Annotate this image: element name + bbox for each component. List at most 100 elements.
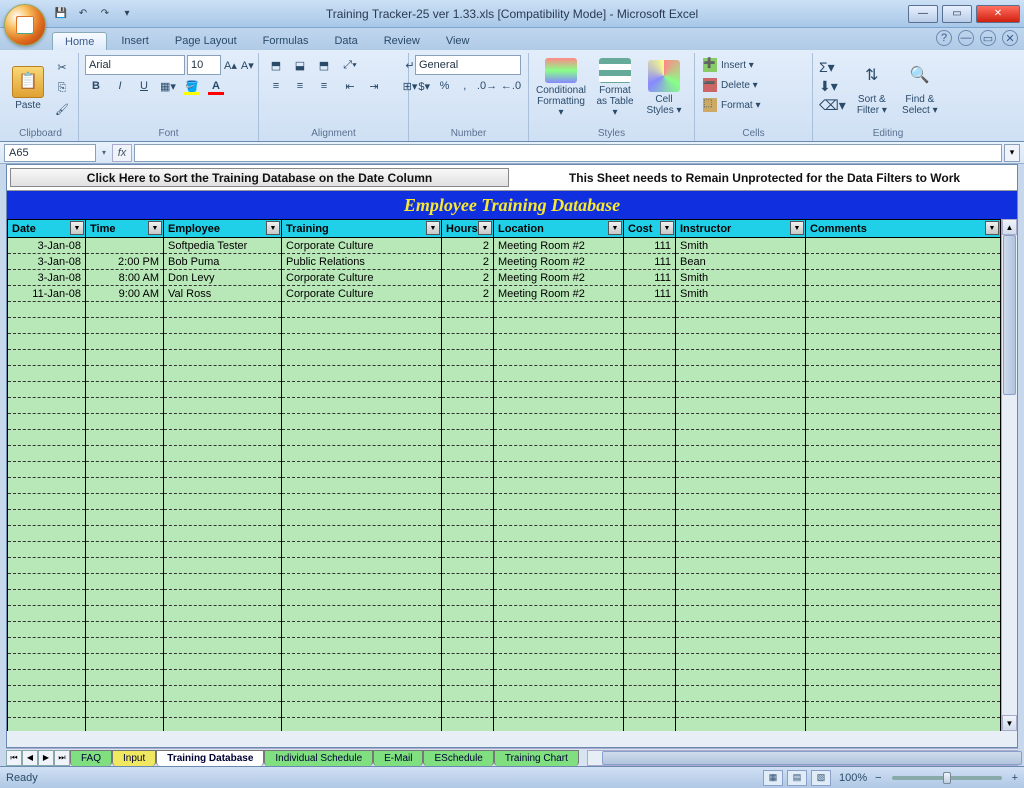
align-center-button[interactable]: ≡ xyxy=(289,76,311,96)
insert-function-button[interactable]: fx xyxy=(112,144,132,162)
close-button[interactable]: ✕ xyxy=(976,5,1020,23)
cell-comments[interactable] xyxy=(806,254,1001,270)
format-as-table-button[interactable]: Format as Table ▾ xyxy=(591,55,639,121)
insert-cells-button[interactable]: ➕Insert ▾ xyxy=(701,55,806,75)
cell-time[interactable] xyxy=(86,238,164,254)
shrink-font-button[interactable]: A▾ xyxy=(240,55,255,75)
filter-dropdown-icon[interactable]: ▼ xyxy=(266,221,280,235)
prev-sheet-button[interactable]: ◀ xyxy=(22,750,38,766)
table-row-empty[interactable] xyxy=(8,638,1001,654)
table-row-empty[interactable] xyxy=(8,686,1001,702)
cell-time[interactable]: 9:00 AM xyxy=(86,286,164,302)
decrease-indent-button[interactable]: ⇤ xyxy=(339,76,361,96)
data-grid[interactable]: Date▼Time▼Employee▼Training▼Hours▼Locati… xyxy=(7,219,1001,731)
zoom-slider[interactable] xyxy=(892,776,1002,780)
help-icon[interactable]: ? xyxy=(936,30,952,46)
align-middle-button[interactable]: ⬓ xyxy=(289,55,311,75)
cell-time[interactable]: 8:00 AM xyxy=(86,270,164,286)
table-row-empty[interactable] xyxy=(8,462,1001,478)
align-top-button[interactable]: ⬒ xyxy=(265,55,287,75)
qat-dropdown-icon[interactable]: ▾ xyxy=(118,5,136,23)
table-row-empty[interactable] xyxy=(8,478,1001,494)
column-header-hours[interactable]: Hours▼ xyxy=(442,220,494,238)
first-sheet-button[interactable]: ⏮ xyxy=(6,750,22,766)
align-right-button[interactable]: ≡ xyxy=(313,76,335,96)
column-header-date[interactable]: Date▼ xyxy=(8,220,86,238)
cell-date[interactable]: 3-Jan-08 xyxy=(8,238,86,254)
ribbon-tab-insert[interactable]: Insert xyxy=(109,32,161,50)
table-row-empty[interactable] xyxy=(8,414,1001,430)
table-row-empty[interactable] xyxy=(8,670,1001,686)
cell-location[interactable]: Meeting Room #2 xyxy=(494,254,624,270)
table-row-empty[interactable] xyxy=(8,382,1001,398)
font-color-button[interactable]: A xyxy=(205,76,227,96)
ribbon-tab-home[interactable]: Home xyxy=(52,32,107,50)
scroll-up-icon[interactable]: ▲ xyxy=(1002,219,1017,235)
cell-training[interactable]: Public Relations xyxy=(282,254,442,270)
table-row-empty[interactable] xyxy=(8,622,1001,638)
orientation-button[interactable]: ⤢▾ xyxy=(339,55,361,75)
increase-indent-button[interactable]: ⇥ xyxy=(363,76,385,96)
cell-cost[interactable]: 111 xyxy=(624,270,676,286)
filter-dropdown-icon[interactable]: ▼ xyxy=(790,221,804,235)
zoom-slider-thumb[interactable] xyxy=(943,772,951,784)
accounting-button[interactable]: $▾ xyxy=(415,76,433,96)
cell-training[interactable]: Corporate Culture xyxy=(282,238,442,254)
table-row-empty[interactable] xyxy=(8,702,1001,718)
ribbon-tab-view[interactable]: View xyxy=(434,32,482,50)
table-row-empty[interactable] xyxy=(8,302,1001,318)
sheet-tab-individual-schedule[interactable]: Individual Schedule xyxy=(264,750,373,766)
normal-view-button[interactable]: ▦ xyxy=(763,770,783,786)
filter-dropdown-icon[interactable]: ▼ xyxy=(478,221,492,235)
cell-employee[interactable]: Val Ross xyxy=(164,286,282,302)
find-select-button[interactable]: 🔍 Find & Select ▾ xyxy=(898,55,942,121)
table-row-empty[interactable] xyxy=(8,398,1001,414)
cell-comments[interactable] xyxy=(806,238,1001,254)
close-workbook-button[interactable]: ✕ xyxy=(1002,30,1018,46)
zoom-out-button[interactable]: − xyxy=(875,772,881,784)
decrease-decimal-button[interactable]: ←.0 xyxy=(500,76,522,96)
zoom-in-button[interactable]: + xyxy=(1012,772,1018,784)
cell-date[interactable]: 3-Jan-08 xyxy=(8,270,86,286)
column-header-employee[interactable]: Employee▼ xyxy=(164,220,282,238)
table-row-empty[interactable] xyxy=(8,494,1001,510)
table-row-empty[interactable] xyxy=(8,574,1001,590)
hscroll-thumb[interactable] xyxy=(602,751,1022,765)
sheet-tab-input[interactable]: Input xyxy=(112,750,156,766)
cell-comments[interactable] xyxy=(806,270,1001,286)
grow-font-button[interactable]: A▴ xyxy=(223,55,238,75)
ribbon-tab-data[interactable]: Data xyxy=(322,32,369,50)
paste-button[interactable]: 📋 Paste xyxy=(9,55,47,121)
sort-filter-button[interactable]: ⇅ Sort & Filter ▾ xyxy=(850,55,894,121)
save-icon[interactable]: 💾 xyxy=(52,5,70,23)
undo-icon[interactable]: ↶ xyxy=(74,5,92,23)
table-row-empty[interactable] xyxy=(8,334,1001,350)
table-row-empty[interactable] xyxy=(8,654,1001,670)
vertical-scrollbar[interactable]: ▲ ▼ xyxy=(1001,219,1017,731)
cell-location[interactable]: Meeting Room #2 xyxy=(494,238,624,254)
page-break-view-button[interactable]: ▧ xyxy=(811,770,831,786)
column-header-cost[interactable]: Cost▼ xyxy=(624,220,676,238)
cell-instructor[interactable]: Smith xyxy=(676,238,806,254)
sheet-tab-e-mail[interactable]: E-Mail xyxy=(373,750,423,766)
ribbon-tab-formulas[interactable]: Formulas xyxy=(251,32,321,50)
cell-instructor[interactable]: Bean xyxy=(676,254,806,270)
column-header-training[interactable]: Training▼ xyxy=(282,220,442,238)
table-row[interactable]: 3-Jan-082:00 PMBob PumaPublic Relations2… xyxy=(8,254,1001,270)
minimize-button[interactable]: — xyxy=(908,5,938,23)
scroll-thumb[interactable] xyxy=(1003,235,1016,395)
cell-date[interactable]: 11-Jan-08 xyxy=(8,286,86,302)
cell-location[interactable]: Meeting Room #2 xyxy=(494,270,624,286)
cell-date[interactable]: 3-Jan-08 xyxy=(8,254,86,270)
column-header-time[interactable]: Time▼ xyxy=(86,220,164,238)
minimize-ribbon-button[interactable]: — xyxy=(958,30,974,46)
cell-training[interactable]: Corporate Culture xyxy=(282,286,442,302)
cell-styles-button[interactable]: Cell Styles ▾ xyxy=(643,55,685,121)
italic-button[interactable]: I xyxy=(109,76,131,96)
comma-button[interactable]: , xyxy=(456,76,474,96)
restore-workbook-button[interactable]: ▭ xyxy=(980,30,996,46)
table-row-empty[interactable] xyxy=(8,606,1001,622)
percent-button[interactable]: % xyxy=(435,76,453,96)
redo-icon[interactable]: ↷ xyxy=(96,5,114,23)
column-header-instructor[interactable]: Instructor▼ xyxy=(676,220,806,238)
